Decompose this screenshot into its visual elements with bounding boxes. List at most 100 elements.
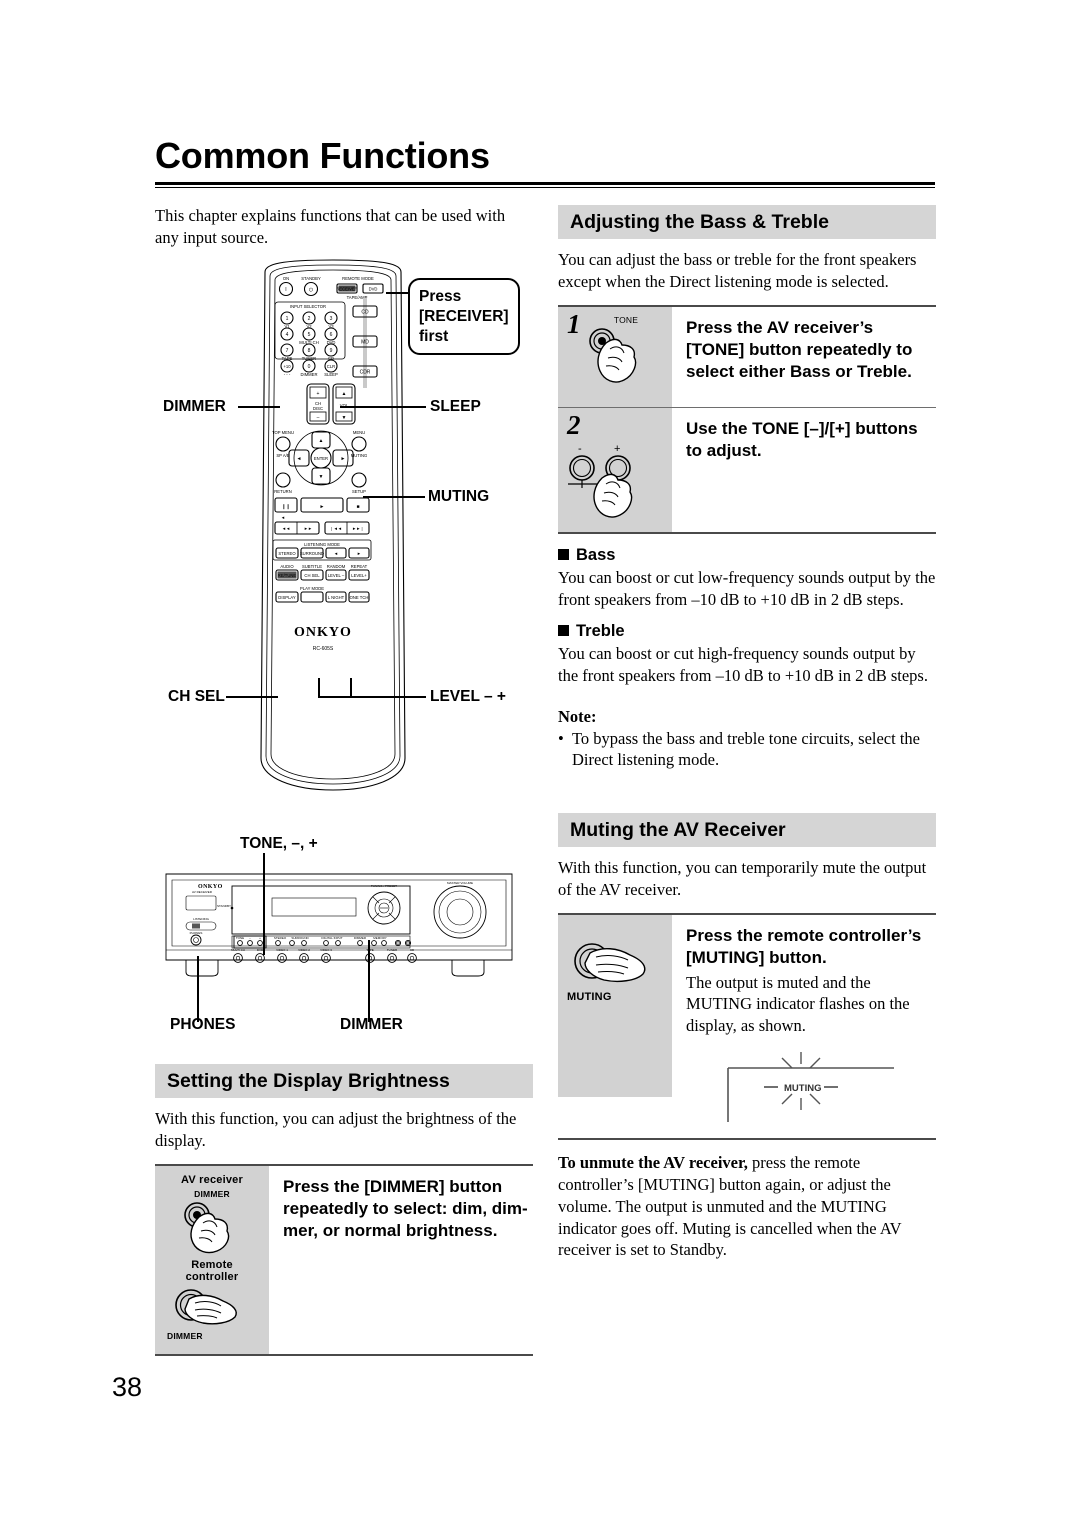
leader-sleep xyxy=(340,406,426,408)
svg-text:❘◄◄: ❘◄◄ xyxy=(330,526,342,531)
press-dimmer-hand-icon-1 xyxy=(184,1202,230,1254)
svg-text:RECEIVER: RECEIVER xyxy=(336,286,357,291)
av-receiver-illustration: .r{fill:none;stroke:#000;stroke-width:0.… xyxy=(160,860,520,1010)
display-brightness-steps: AV receiver DIMMER Remote controller DIM… xyxy=(155,1163,533,1356)
leader-chsel xyxy=(226,696,278,698)
step-body-muting: Press the remote controller’s [MUTING] b… xyxy=(672,915,936,1139)
bass-treble-intro: You can adjust the bass or treble for th… xyxy=(558,250,917,292)
step-icon-tone-pm: 2 - + xyxy=(558,407,672,532)
svg-text:►: ► xyxy=(341,456,346,462)
note-heading: Note: xyxy=(558,707,597,727)
svg-text:SETUP: SETUP xyxy=(352,489,366,494)
svg-text:■: ■ xyxy=(356,504,359,510)
svg-text:RE/TUNE: RE/TUNE xyxy=(278,573,297,578)
svg-text:TUNER: TUNER xyxy=(387,948,398,952)
svg-text:STEREO: STEREO xyxy=(274,936,287,940)
step-number-2: 2 xyxy=(567,409,581,440)
bass-treble-header: Adjusting the Bass & Treble xyxy=(558,205,936,240)
svg-text:◄: ◄ xyxy=(334,551,338,556)
svg-text:AV RECEIVER: AV RECEIVER xyxy=(192,890,213,894)
svg-text:STEREO: STEREO xyxy=(278,551,296,556)
svg-text:RC-605S: RC-605S xyxy=(313,646,334,652)
intro-paragraph: This chapter explains functions that can… xyxy=(155,205,533,249)
step-row: 1 TONE Press the AV receiver’s [TONE] bu… xyxy=(558,306,936,408)
bass-text: You can boost or cut low-frequency sound… xyxy=(558,567,936,609)
minus-glyph: - xyxy=(578,443,582,455)
svg-text:1: 1 xyxy=(286,316,289,322)
svg-text:REPEAT: REPEAT xyxy=(351,564,368,569)
receiver-label-phones: PHONES xyxy=(170,1016,236,1033)
svg-text:RETURN: RETURN xyxy=(274,489,291,494)
callout-line-3: first xyxy=(419,327,449,345)
step-icon-tone: 1 TONE xyxy=(558,306,672,407)
receiver-label-tone: TONE, –, + xyxy=(240,835,318,852)
svg-text:SLEEP: SLEEP xyxy=(324,372,338,377)
svg-text:+10: +10 xyxy=(283,364,291,369)
treble-subhead-text: Treble xyxy=(576,622,625,641)
svg-text:RANDOM: RANDOM xyxy=(327,564,346,569)
svg-text:MULTI CH: MULTI CH xyxy=(231,948,245,952)
svg-text:8: 8 xyxy=(308,348,311,354)
svg-text:CDR: CDR xyxy=(360,370,371,376)
svg-text:MASTER VOLUME: MASTER VOLUME xyxy=(447,881,473,885)
svg-text:SUBTITLE: SUBTITLE xyxy=(302,564,322,569)
svg-text:SP A/B: SP A/B xyxy=(276,453,289,458)
svg-text:◄: ◄ xyxy=(297,456,302,462)
icon-label-muting: MUTING xyxy=(567,990,612,1003)
intro-text: This chapter explains functions that can… xyxy=(155,206,506,247)
svg-text:LEVEL+: LEVEL+ xyxy=(351,573,367,578)
unmute-paragraph: To unmute the AV receiver, press the rem… xyxy=(558,1152,936,1261)
svg-text:2: 2 xyxy=(308,316,311,322)
svg-text:►: ► xyxy=(357,551,361,556)
bass-treble-steps: 1 TONE Press the AV receiver’s [TONE] bu… xyxy=(558,304,936,534)
svg-text:9: 9 xyxy=(330,348,333,354)
plus-glyph: + xyxy=(614,443,620,455)
remote-label-level: LEVEL – + xyxy=(430,688,506,705)
step-icon-dimmer: AV receiver DIMMER Remote controller DIM… xyxy=(155,1165,269,1354)
svg-text:4: 4 xyxy=(286,332,289,338)
callout-line-2: [RECEIVER] xyxy=(419,307,509,325)
svg-text:MD: MD xyxy=(361,340,369,346)
svg-text:–: – xyxy=(249,936,251,940)
svg-text:DIMMER: DIMMER xyxy=(354,936,367,940)
av-receiver-svg: .r{fill:none;stroke:#000;stroke-width:0.… xyxy=(165,873,513,977)
svg-text:+: + xyxy=(317,391,320,397)
muting-section: Muting the AV Receiver With this functio… xyxy=(558,812,936,1261)
step-body-tone: Press the AV receiver’s [TONE] button re… xyxy=(672,307,936,407)
svg-text:ENTER: ENTER xyxy=(314,456,328,461)
step-row: 2 - + Use the TONE [–]/[+] buttons to ad… xyxy=(558,407,936,532)
leader-level-h xyxy=(318,696,352,698)
svg-text:5: 5 xyxy=(308,332,311,338)
treble-text: You can boost or cut high-frequency soun… xyxy=(558,644,928,686)
svg-text:DISC: DISC xyxy=(313,406,323,411)
unmute-bold: To unmute the AV receiver, xyxy=(558,1153,748,1173)
svg-text:TOP MENU: TOP MENU xyxy=(272,430,294,435)
step-1-text: Press the AV receiver’s [TONE] button re… xyxy=(686,317,913,382)
icon-label-remote-2: controller xyxy=(185,1270,239,1283)
remote-control-illustration: .ol{fill:none;stroke:#000;stroke-width:1… xyxy=(253,258,413,818)
remote-label-muting: MUTING xyxy=(428,488,490,505)
remote-control-svg: .ol{fill:none;stroke:#000;stroke-width:1… xyxy=(260,259,406,791)
svg-text:VIDEO 2: VIDEO 2 xyxy=(298,948,310,952)
svg-text:⏻: ⏻ xyxy=(309,288,313,294)
svg-text:3: 3 xyxy=(330,316,333,322)
svg-text:MEMORY: MEMORY xyxy=(373,936,386,940)
leader-level-v1 xyxy=(350,678,352,698)
svg-text:CD: CD xyxy=(361,310,369,316)
note-bullet-item: • To bypass the bass and treble tone cir… xyxy=(558,728,936,771)
callout-leader-line xyxy=(386,292,410,294)
muting-header: Muting the AV Receiver xyxy=(558,812,936,848)
svg-text:SURROUND: SURROUND xyxy=(300,551,324,556)
svg-text:DISPLAY: DISPLAY xyxy=(278,595,296,600)
icon-label-tone: TONE xyxy=(613,314,639,325)
left-column: This chapter explains functions that can… xyxy=(155,205,533,255)
page-title-block: Common Functions xyxy=(155,136,935,188)
leader-muting xyxy=(363,496,425,498)
icon-label-dimmer-1: DIMMER xyxy=(194,1188,230,1199)
svg-text:LEVEL –: LEVEL – xyxy=(328,573,345,578)
svg-text:PHONES: PHONES xyxy=(190,931,203,935)
remote-label-chsel: CH SEL xyxy=(168,688,225,705)
svg-text:►: ► xyxy=(320,504,325,510)
step-body-tone-pm: Use the TONE [–]/[+] buttons to adjust. xyxy=(672,408,936,532)
svg-text:ONKYO: ONKYO xyxy=(294,625,352,640)
